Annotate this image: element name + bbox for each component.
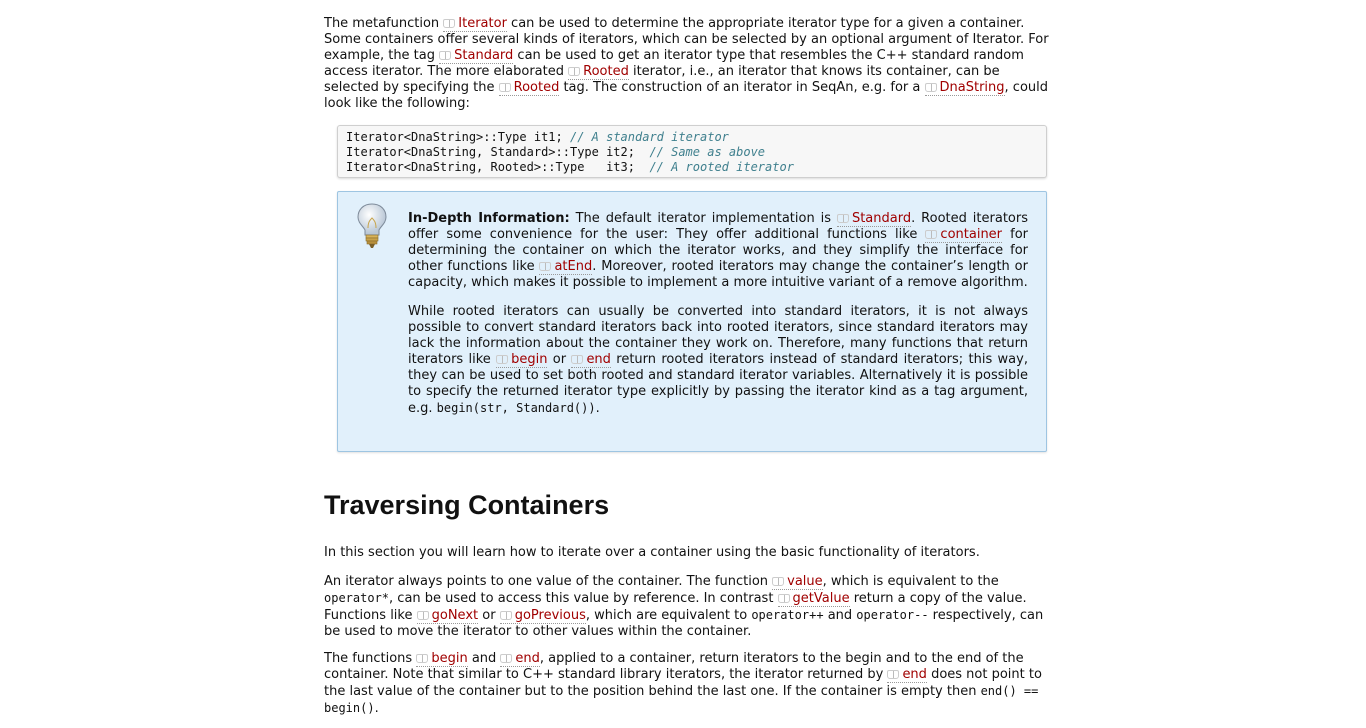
link-atend[interactable]: atEnd: [539, 259, 593, 275]
info-paragraph-2: While rooted iterators can usually be co…: [408, 304, 1028, 416]
book-icon: [539, 262, 552, 271]
link-end-2[interactable]: end: [887, 667, 927, 683]
link-begin[interactable]: begin: [416, 651, 468, 667]
inline-code: operator*: [324, 591, 390, 605]
book-icon: [443, 19, 456, 28]
book-icon: [836, 214, 849, 223]
code-comment: // A standard iterator: [569, 130, 729, 144]
text: The metafunction: [324, 16, 444, 31]
book-icon: [772, 577, 785, 586]
info-paragraph-1: In-Depth Information: The default iterat…: [408, 211, 1028, 290]
link-gonext[interactable]: goNext: [416, 608, 479, 624]
book-icon: [924, 83, 937, 92]
link-rooted[interactable]: Rooted: [568, 64, 629, 80]
book-icon: [500, 654, 513, 663]
section-paragraph-2: An iterator always points to one value o…: [324, 574, 1044, 639]
link-value[interactable]: value: [772, 574, 823, 590]
code-line: Iterator<DnaString, Standard>::Type it2;…: [346, 145, 766, 159]
link-end-info[interactable]: end: [571, 352, 611, 368]
link-rooted-tag[interactable]: Rooted: [498, 80, 560, 96]
book-icon: [777, 594, 790, 603]
book-icon: [568, 67, 581, 76]
link-standard[interactable]: Standard: [439, 48, 514, 64]
section-title: Traversing Containers: [324, 490, 610, 520]
link-getvalue[interactable]: getValue: [777, 591, 850, 607]
text: tag. The construction of an iterator in …: [559, 80, 925, 95]
book-icon: [925, 230, 938, 239]
link-goprevious[interactable]: goPrevious: [499, 608, 586, 624]
section-paragraph-1: In this section you will learn how to it…: [324, 545, 980, 560]
book-icon: [498, 83, 511, 92]
section-paragraph-3: The functions begin and end, applied to …: [324, 651, 1042, 716]
link-begin-info[interactable]: begin: [496, 352, 548, 368]
book-icon: [439, 51, 452, 60]
link-end[interactable]: end: [500, 651, 540, 667]
intro-paragraph: The metafunction Iterator can be used to…: [324, 16, 1058, 112]
inline-code: operator--: [856, 608, 929, 622]
code-line: Iterator<DnaString>::Type it1; // A stan…: [346, 130, 729, 144]
book-icon: [416, 611, 429, 620]
inline-code: operator++: [751, 608, 824, 622]
book-icon: [416, 654, 429, 663]
book-icon: [887, 670, 900, 679]
info-box: In-Depth Information: The default iterat…: [337, 191, 1047, 452]
code-block: Iterator<DnaString>::Type it1; // A stan…: [337, 125, 1047, 178]
book-icon: [499, 611, 512, 620]
code-comment: // A rooted iterator: [649, 160, 794, 174]
code-line: Iterator<DnaString, Rooted>::Type it3; /…: [346, 160, 794, 174]
lightbulb-icon: [357, 203, 387, 248]
link-dnastring[interactable]: DnaString: [924, 80, 1005, 96]
info-heading: In-Depth Information:: [408, 211, 570, 226]
link-standard-info[interactable]: Standard: [836, 211, 912, 227]
book-icon: [571, 355, 584, 364]
link-container[interactable]: container: [925, 227, 1003, 243]
inline-code: begin(str, Standard()): [436, 401, 596, 415]
book-icon: [496, 355, 509, 364]
code-comment: // Same as above: [649, 145, 766, 159]
link-iterator[interactable]: Iterator: [443, 16, 507, 32]
